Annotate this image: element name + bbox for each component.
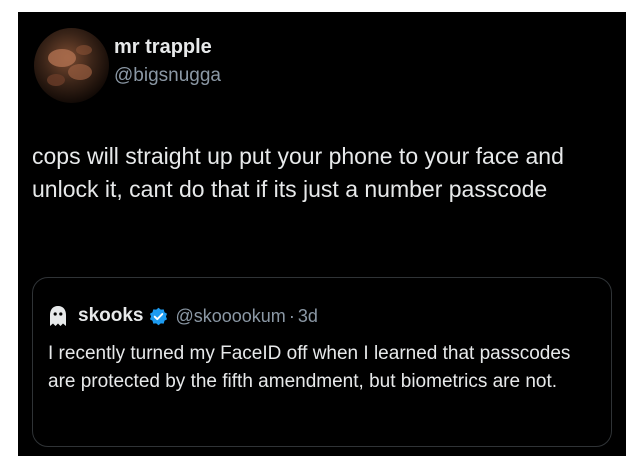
quoted-author-name[interactable]: skooks (78, 305, 143, 327)
author-name[interactable]: mr trapple (114, 36, 212, 59)
tweet-card: mr trapple @bigsnugga cops will straight… (18, 12, 626, 456)
author-handle[interactable]: @bigsnugga (114, 65, 221, 87)
avatar[interactable] (34, 28, 109, 103)
verified-badge-icon (150, 307, 168, 325)
tweet-text: cops will straight up put your phone to … (32, 143, 564, 202)
quoted-author-handle[interactable]: @skooookum (175, 306, 285, 327)
quoted-tweet-header: skooks @skooookum · 3d (48, 304, 318, 328)
separator-dot: · (288, 305, 295, 326)
ghost-icon (50, 306, 66, 326)
quoted-tweet-text: I recently turned my FaceID off when I l… (48, 343, 571, 392)
quoted-timestamp[interactable]: 3d (298, 306, 318, 327)
